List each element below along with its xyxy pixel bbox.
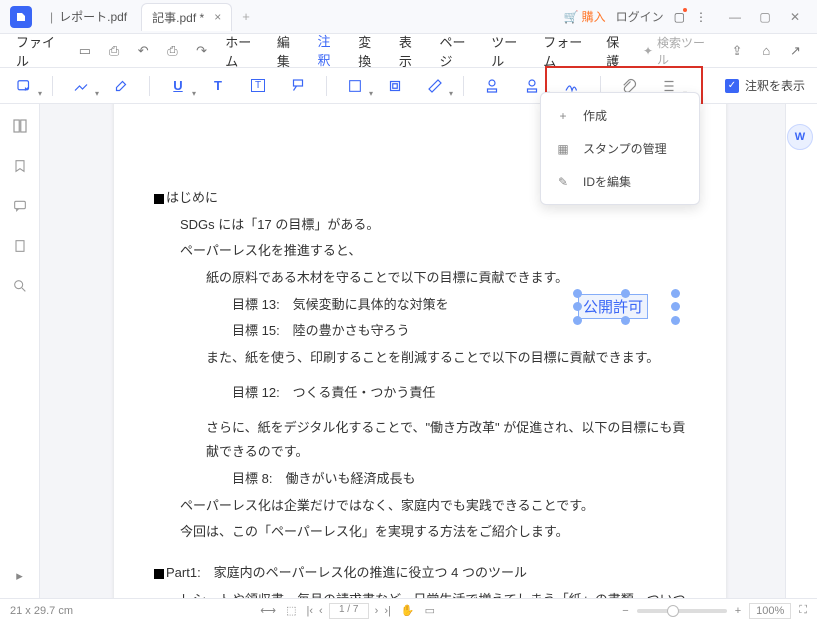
page-size: 21 x 29.7 cm xyxy=(10,605,73,617)
first-page-icon[interactable]: |‹ xyxy=(306,605,313,617)
underline-tool[interactable]: U▾ xyxy=(166,74,190,98)
stamp-tool[interactable] xyxy=(480,74,504,98)
fullscreen-icon[interactable]: ⛶ xyxy=(799,604,807,617)
cursor-mode-icon[interactable]: ⬚ xyxy=(286,604,296,617)
last-page-icon[interactable]: ›| xyxy=(384,605,391,617)
page-nav: |‹ ‹ 1 / 7 › ›| xyxy=(306,603,390,619)
divider-icon: | xyxy=(50,10,53,24)
tab-label: 記事.pdf * xyxy=(152,9,204,26)
attachment-icon[interactable] xyxy=(10,236,30,256)
menu-file[interactable]: ファイル xyxy=(12,28,65,74)
sparkle-icon: ✦ xyxy=(643,44,653,58)
handle-se[interactable] xyxy=(671,316,680,325)
shape-tool[interactable]: ▾ xyxy=(343,74,367,98)
right-sidebar: W xyxy=(785,104,817,598)
handle-s[interactable] xyxy=(621,316,630,325)
menubar: ファイル ▭ ⎙ ↶ ⎙ ↷ ホーム 編集 注釈 変換 表示 ページ ツール フ… xyxy=(0,34,817,68)
status-bar: 21 x 29.7 cm ⟷ ⬚ |‹ ‹ 1 / 7 › ›| ✋ ▭ − +… xyxy=(0,598,817,622)
next-page-icon[interactable]: › xyxy=(375,605,379,617)
area-tool[interactable] xyxy=(383,74,407,98)
highlight-tool[interactable]: ▾ xyxy=(69,74,93,98)
menu-convert[interactable]: 変換 xyxy=(354,28,385,74)
handle-ne[interactable] xyxy=(671,289,680,298)
menu-page[interactable]: ページ xyxy=(436,28,478,74)
dropdown-manage[interactable]: ▦ スタンプの管理 xyxy=(541,132,699,165)
bookmark-icon[interactable] xyxy=(10,156,30,176)
zoom-in-icon[interactable]: + xyxy=(735,605,741,617)
tab-add-icon[interactable]: + xyxy=(242,9,250,24)
dropdown-create[interactable]: + 作成 xyxy=(541,99,699,132)
grid-icon: ▦ xyxy=(555,142,571,156)
sidebar-search-icon[interactable] xyxy=(10,276,30,296)
handle-e[interactable] xyxy=(671,302,680,311)
stamp-text: 公開許可 xyxy=(578,294,648,319)
read-mode-icon[interactable]: ▭ xyxy=(425,604,435,617)
comment-icon[interactable] xyxy=(10,196,30,216)
more-icon[interactable]: ⋮ xyxy=(695,10,707,24)
handle-n[interactable] xyxy=(621,289,630,298)
show-annotations-toggle[interactable]: ✓ 注釈を表示 xyxy=(725,77,805,94)
open-icon[interactable]: ▭ xyxy=(75,40,94,62)
close-button[interactable]: ✕ xyxy=(783,5,807,29)
text-tool[interactable]: T xyxy=(206,74,230,98)
handle-nw[interactable] xyxy=(573,289,582,298)
tab-report[interactable]: | レポート.pdf xyxy=(40,3,137,31)
expand-icon[interactable]: ▸ xyxy=(10,566,30,586)
cart-icon: 🛒 xyxy=(564,10,579,24)
export-icon[interactable]: ↗ xyxy=(786,40,805,62)
thumbnail-icon[interactable] xyxy=(10,116,30,136)
edit-icon: ✎ xyxy=(555,175,571,189)
app-logo xyxy=(10,6,32,28)
stamp-dropdown: + 作成 ▦ スタンプの管理 ✎ IDを編集 xyxy=(540,92,700,205)
menu-edit[interactable]: 編集 xyxy=(273,28,304,74)
print-icon[interactable]: ⎙ xyxy=(163,40,182,62)
plus-icon: + xyxy=(555,109,571,123)
tab-article[interactable]: 記事.pdf * × xyxy=(141,3,232,31)
zoom-value[interactable]: 100% xyxy=(749,603,791,619)
eraser-tool[interactable] xyxy=(109,74,133,98)
close-icon[interactable]: × xyxy=(214,10,221,24)
hand-tool-icon[interactable]: ✋ xyxy=(401,604,415,617)
share-icon[interactable]: ⇪ xyxy=(728,40,747,62)
menu-view[interactable]: 表示 xyxy=(395,28,426,74)
login-link[interactable]: ログイン xyxy=(616,8,664,25)
notification-icon[interactable]: ▢ xyxy=(674,10,685,24)
cloud-icon[interactable]: ⌂ xyxy=(757,40,776,62)
zoom-out-icon[interactable]: − xyxy=(622,605,628,617)
callout-tool[interactable] xyxy=(286,74,310,98)
maximize-button[interactable]: ▢ xyxy=(753,5,777,29)
zoom-knob[interactable] xyxy=(667,605,679,617)
textbox-tool[interactable]: T xyxy=(246,74,270,98)
redo-icon[interactable]: ↷ xyxy=(192,40,211,62)
page-input[interactable]: 1 / 7 xyxy=(329,603,369,619)
menu-protect[interactable]: 保護 xyxy=(602,28,633,74)
note-tool[interactable]: ▾ xyxy=(12,74,36,98)
search-tools[interactable]: ✦ 検索ツール xyxy=(643,34,708,68)
buy-link[interactable]: 🛒 購入 xyxy=(564,8,606,25)
left-sidebar: ▸ xyxy=(0,104,40,598)
save-icon[interactable]: ⎙ xyxy=(105,40,124,62)
measure-tool[interactable]: ▾ xyxy=(423,74,447,98)
stamp-selection[interactable]: 公開許可 xyxy=(578,294,698,320)
menu-form[interactable]: フォーム xyxy=(539,28,592,74)
handle-w[interactable] xyxy=(573,302,582,311)
menu-tool[interactable]: ツール xyxy=(487,28,529,74)
word-export-icon[interactable]: W xyxy=(787,124,813,150)
menu-home[interactable]: ホーム xyxy=(221,28,263,74)
dropdown-edit-id[interactable]: ✎ IDを編集 xyxy=(541,165,699,198)
undo-icon[interactable]: ↶ xyxy=(134,40,153,62)
handle-sw[interactable] xyxy=(573,316,582,325)
zoom-slider[interactable] xyxy=(637,609,727,613)
checkbox-icon: ✓ xyxy=(725,79,739,93)
zoom-controls: − + 100% ⛶ xyxy=(622,603,807,619)
fit-width-icon[interactable]: ⟷ xyxy=(260,604,276,617)
minimize-button[interactable]: — xyxy=(723,5,747,29)
prev-page-icon[interactable]: ‹ xyxy=(319,605,323,617)
tab-label: レポート.pdf xyxy=(59,8,127,25)
